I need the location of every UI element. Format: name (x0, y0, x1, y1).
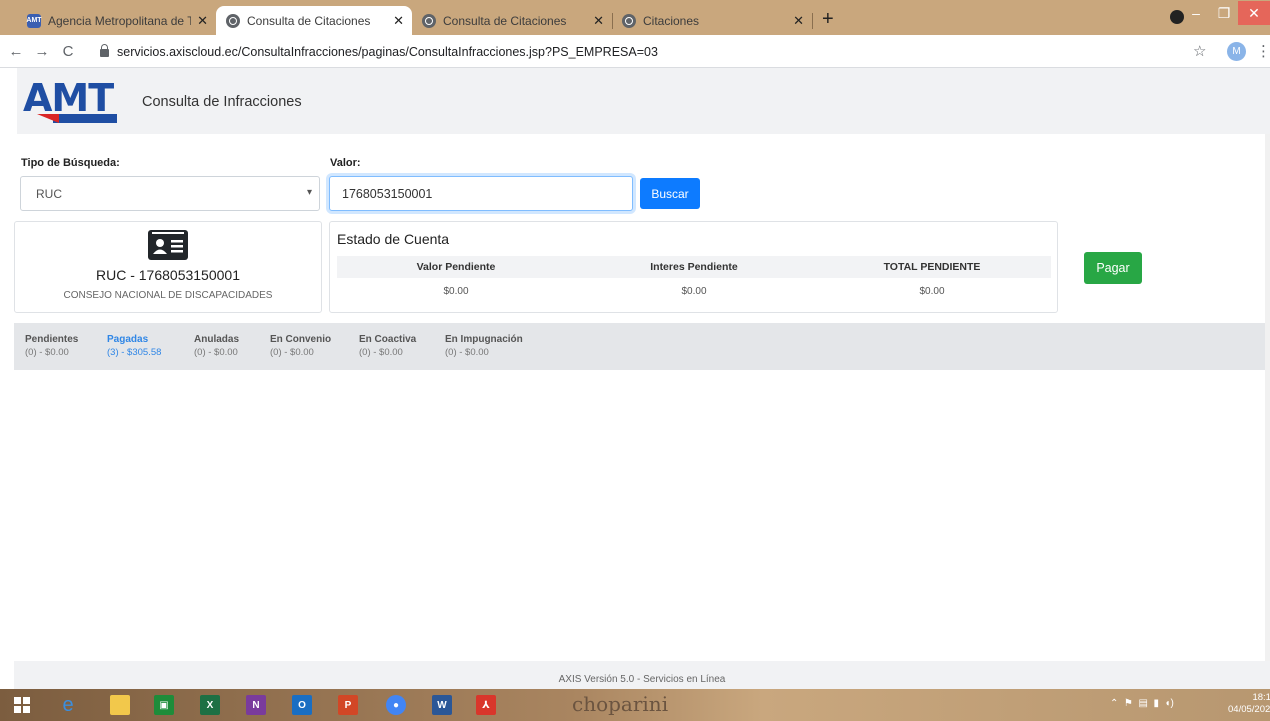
globe-icon (422, 13, 436, 28)
account-header-row: Valor Pendiente Interes Pendiente TOTAL … (337, 256, 1051, 278)
globe-icon (622, 13, 636, 28)
browser-tab-4[interactable]: Citaciones ✕ (612, 6, 813, 35)
pay-button[interactable]: Pagar (1084, 252, 1142, 284)
profile-card: RUC - 1768053150001 CONSEJO NACIONAL DE … (14, 221, 322, 313)
lock-icon (100, 44, 109, 57)
avatar[interactable]: M (1227, 42, 1246, 61)
clock-date: 04/05/2021 (1228, 704, 1270, 715)
tab-pagadas[interactable]: Pagadas (3) - $305.58 (107, 334, 161, 358)
id-card-icon (148, 230, 188, 260)
entity-name: CONSEJO NACIONAL DE DISCAPACIDADES (63, 290, 273, 301)
browser-tab-1[interactable]: AMT Agencia Metropolitana de Tráns ✕ (17, 6, 216, 35)
logo-bar (53, 114, 117, 123)
page-header: AMT Consulta de Infracciones (17, 68, 1270, 134)
word-icon[interactable]: W (432, 695, 452, 715)
powerpoint-icon[interactable]: P (338, 695, 358, 715)
tab-title: Consulta de Citaciones (247, 13, 371, 28)
header-pending-value: Valor Pendiente (416, 261, 496, 273)
tab-title: Agencia Metropolitana de Tráns (48, 13, 192, 28)
internet-explorer-icon[interactable]: e (58, 694, 78, 716)
close-icon[interactable]: ✕ (593, 13, 604, 29)
chrome-icon[interactable]: ● (386, 695, 406, 715)
header-total-pending: TOTAL PENDIENTE (883, 261, 981, 273)
window-close-icon[interactable]: ✕ (1238, 1, 1270, 25)
address-bar[interactable]: servicios.axiscloud.ec/ConsultaInfraccio… (100, 41, 658, 63)
tab-anuladas[interactable]: Anuladas (0) - $0.00 (194, 334, 239, 358)
window-controls: – ❐ ✕ (1182, 0, 1270, 26)
tab-pendientes[interactable]: Pendientes (0) - $0.00 (25, 334, 78, 358)
back-icon[interactable]: ← (6, 43, 26, 60)
forward-icon[interactable]: → (32, 43, 52, 60)
value-label: Valor: (330, 157, 361, 169)
tab-title: Consulta de Citaciones (443, 13, 567, 28)
onenote-icon[interactable]: N (246, 695, 266, 715)
page-footer: AXIS Versión 5.0 - Servicios en Línea (14, 661, 1270, 689)
page-scrollbar[interactable] (1265, 134, 1270, 661)
close-icon[interactable]: ✕ (393, 13, 404, 29)
globe-icon (226, 13, 240, 28)
clock-time: 18:11 (1252, 692, 1270, 703)
amt-logo[interactable]: AMT (23, 79, 117, 124)
close-icon[interactable]: ✕ (793, 13, 804, 29)
close-icon[interactable]: ✕ (197, 13, 208, 29)
account-title: Estado de Cuenta (337, 231, 450, 247)
tab-separator (812, 13, 813, 29)
tab-title: Citaciones (643, 13, 700, 28)
page-title: Consulta de Infracciones (142, 94, 302, 110)
search-type-value: RUC (36, 187, 62, 201)
value-input-text: 1768053150001 (342, 187, 433, 201)
search-button[interactable]: Buscar (640, 178, 700, 209)
restore-icon[interactable]: ❐ (1210, 5, 1238, 22)
browser-toolbar: ← → C servicios.axiscloud.ec/ConsultaInf… (0, 35, 1270, 68)
search-type-label: Tipo de Búsqueda: (21, 157, 120, 169)
star-icon[interactable]: ☆ (1193, 42, 1206, 60)
status-tabs: Pendientes (0) - $0.00 Pagadas (3) - $30… (14, 323, 1265, 370)
system-tray[interactable]: ⌃ ⚑ ▤ ▮ ◖) (1110, 698, 1174, 709)
new-tab-icon[interactable]: + (822, 9, 834, 29)
chevron-down-icon: ▾ (306, 187, 312, 198)
account-status-card: Estado de Cuenta Valor Pendiente Interes… (329, 221, 1058, 313)
search-type-select[interactable]: RUC ▾ (20, 176, 320, 211)
url-text: servicios.axiscloud.ec/ConsultaInfraccio… (117, 45, 658, 59)
header-pending-interest: Interes Pendiente (650, 261, 738, 273)
pending-value: $0.00 (443, 286, 469, 297)
ruc-label: RUC - 1768053150001 (96, 267, 240, 283)
browser-tab-strip: AMT Agencia Metropolitana de Tráns ✕ Con… (0, 0, 1270, 35)
pending-interest: $0.00 (681, 286, 707, 297)
tab-en-convenio[interactable]: En Convenio (0) - $0.00 (270, 334, 331, 358)
windows-start-icon[interactable] (12, 695, 32, 715)
amt-icon: AMT (26, 13, 42, 28)
minimize-icon[interactable]: – (1182, 5, 1210, 21)
store-icon[interactable]: ▣ (154, 695, 174, 715)
total-pending: $0.00 (919, 286, 945, 297)
browser-tab-3[interactable]: Consulta de Citaciones ✕ (412, 6, 613, 35)
value-input[interactable]: 1768053150001 (329, 176, 633, 211)
more-menu-icon[interactable]: ⋮ (1256, 42, 1270, 60)
excel-icon[interactable]: X (200, 695, 220, 715)
tab-en-coactiva[interactable]: En Coactiva (0) - $0.00 (359, 334, 416, 358)
windows-taskbar: e ▣ X N O P ● W ⅄ choparini ⌃ ⚑ ▤ ▮ ◖) 1… (0, 689, 1270, 721)
file-explorer-icon[interactable] (110, 695, 130, 715)
outlook-icon[interactable]: O (292, 695, 312, 715)
reload-icon[interactable]: C (58, 43, 78, 60)
browser-tab-2[interactable]: Consulta de Citaciones ✕ (216, 6, 412, 35)
acrobat-icon[interactable]: ⅄ (476, 695, 496, 715)
tab-en-impugnacion[interactable]: En Impugnación (0) - $0.00 (445, 334, 523, 358)
taskbar-clock[interactable]: 18:11 04/05/2021 (1228, 692, 1270, 716)
taskbar-wallpaper-text: choparini (572, 692, 669, 716)
